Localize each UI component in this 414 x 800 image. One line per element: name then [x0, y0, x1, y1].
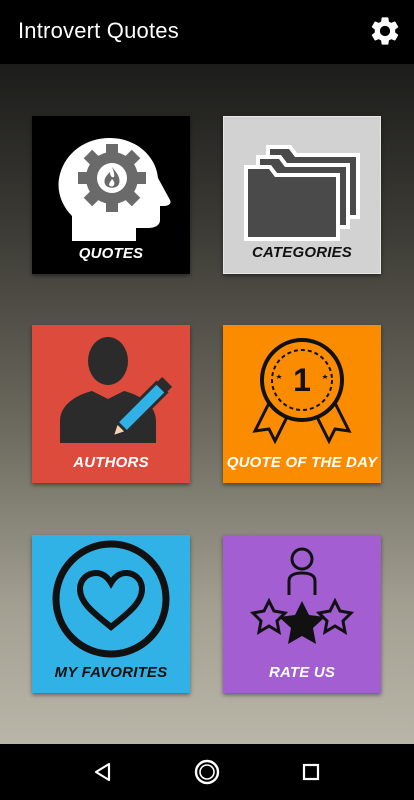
rate-us-label: RATE US [268, 664, 336, 681]
my-favorites-tile[interactable]: MY FAVORITES [32, 535, 190, 693]
quotes-label: QUOTES [78, 245, 144, 262]
back-icon [94, 762, 111, 782]
quote-of-the-day-tile[interactable]: 1 QUOTE OF THE DAY [223, 325, 381, 483]
rate-us-tile[interactable]: RATE US [223, 535, 381, 693]
quotes-tile[interactable]: QUOTES [32, 116, 190, 274]
authors-tile[interactable]: AUTHORS [32, 325, 190, 483]
recents-icon [302, 763, 320, 781]
gear-icon [371, 17, 399, 45]
app-bar: Introvert Quotes [0, 0, 414, 64]
categories-label: CATEGORIES [251, 244, 353, 261]
settings-button[interactable] [368, 14, 402, 48]
categories-tile[interactable]: CATEGORIES [223, 116, 381, 274]
app-title: Introvert Quotes [18, 18, 179, 43]
svg-text:1: 1 [293, 362, 311, 398]
home-icon [194, 759, 220, 785]
recents-button[interactable] [297, 758, 325, 786]
authors-label: AUTHORS [73, 454, 149, 471]
back-button[interactable] [89, 758, 117, 786]
home-button[interactable] [193, 758, 221, 786]
navigation-bar [0, 744, 414, 800]
quote-of-the-day-label: QUOTE OF THE DAY [226, 454, 378, 471]
my-favorites-label: MY FAVORITES [54, 664, 168, 681]
tile-grid: QUOTES CATEGORIES AUTHORS 1 QUOTE OF THE… [0, 64, 414, 744]
